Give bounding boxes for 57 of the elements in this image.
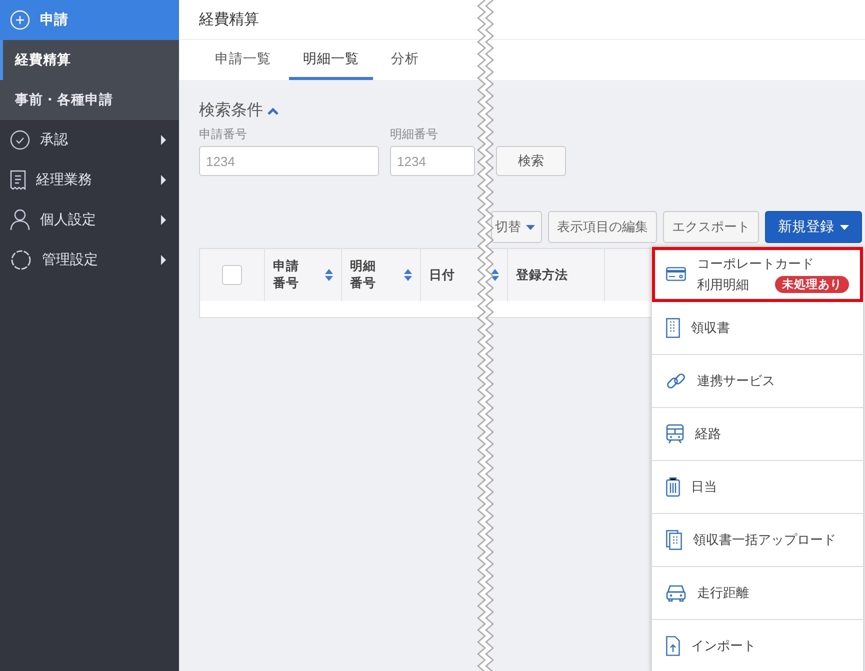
tab[interactable]: 申請一覧: [201, 40, 285, 80]
toolbar-button[interactable]: 切替: [491, 211, 542, 243]
checkbox[interactable]: [222, 265, 242, 285]
credit-card-icon: [666, 267, 686, 281]
field-label: 明細番号: [390, 126, 439, 143]
plus-icon: [10, 10, 30, 30]
menu-item[interactable]: 走行距離: [652, 567, 863, 620]
gear-icon: [10, 249, 32, 271]
link-icon: [666, 371, 686, 391]
menu-item[interactable]: 連携サービス: [652, 355, 863, 408]
column-header: 登録方法: [516, 266, 568, 284]
toolbar-button[interactable]: 新規登録: [765, 211, 862, 243]
sidebar-item[interactable]: 個人設定: [0, 200, 179, 240]
caret-icon: [526, 224, 535, 230]
search-button[interactable]: 検索: [496, 146, 566, 176]
file-upload-icon: [666, 636, 680, 656]
expand-arrow-icon: [161, 255, 166, 265]
status-badge: 未処理あり: [775, 276, 849, 293]
menu-item[interactable]: コーポレートカード 利用明細 未処理あり: [652, 247, 863, 302]
menu-item[interactable]: 経路: [652, 408, 863, 461]
field-label: 申請番号: [199, 126, 248, 143]
sidebar-item[interactable]: 管理設定: [0, 240, 179, 280]
column-header: 明細番号: [350, 258, 377, 292]
input-field[interactable]: 1234: [199, 146, 379, 176]
menu-item[interactable]: 領収書一括アップロード: [652, 514, 863, 567]
column-header: 日付: [429, 266, 455, 284]
chevron-up-icon[interactable]: [267, 106, 279, 114]
receipts-icon: [666, 530, 682, 550]
train-icon: [666, 424, 684, 444]
caret-icon: [840, 224, 849, 230]
tab[interactable]: 明細一覧: [289, 40, 373, 80]
toolbar-button[interactable]: 表示項目の編集: [548, 211, 657, 243]
toolbar-button[interactable]: エクスポート: [663, 211, 759, 243]
sidebar-item[interactable]: 申請: [0, 0, 179, 40]
sort-icon[interactable]: [325, 269, 333, 281]
section-title: 検索条件: [199, 100, 263, 121]
expand-arrow-icon: [161, 175, 166, 185]
input-field[interactable]: 1234: [390, 146, 475, 176]
column-header: 申請番号: [273, 258, 300, 292]
sidebar-item[interactable]: 経理業務: [0, 160, 179, 200]
sidebar-item[interactable]: 承認: [0, 120, 179, 160]
receipt-icon: [666, 318, 680, 338]
sidebar-subitem[interactable]: 事前・各種申請: [0, 80, 179, 120]
tab[interactable]: 分析: [377, 40, 433, 80]
page-title: 経費精算: [199, 10, 259, 29]
car-icon: [666, 584, 686, 602]
receipt-icon: [10, 170, 26, 190]
check-icon: [10, 130, 30, 150]
person-icon: [10, 209, 30, 231]
suitcase-icon: [666, 477, 680, 497]
sort-icon[interactable]: [491, 269, 499, 281]
sort-icon[interactable]: [404, 269, 412, 281]
menu-item[interactable]: 日当: [652, 461, 863, 514]
expand-arrow-icon: [161, 215, 166, 225]
expand-arrow-icon: [161, 135, 166, 145]
menu-item[interactable]: インポート: [652, 620, 863, 671]
menu-item[interactable]: 領収書: [652, 302, 863, 355]
